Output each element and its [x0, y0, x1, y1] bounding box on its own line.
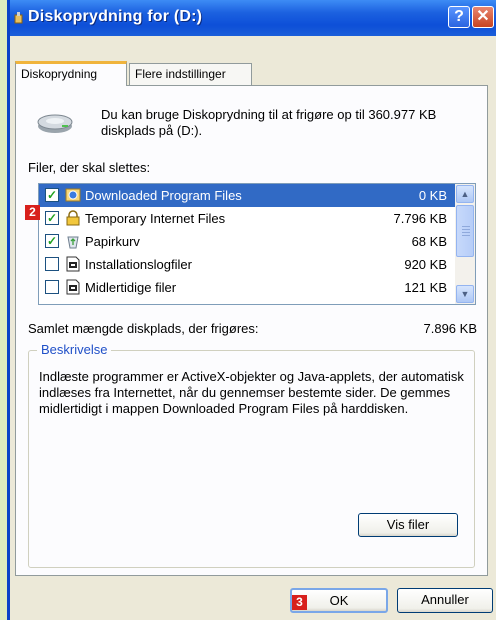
scroll-down-button[interactable]: ▼: [456, 285, 474, 303]
chevron-down-icon: ▼: [460, 289, 470, 299]
view-files-button[interactable]: Vis filer: [358, 513, 458, 537]
tab-panel: Du kan bruge Diskoprydning til at frigør…: [15, 85, 488, 576]
tab-diskoprydning[interactable]: Diskoprydning: [15, 61, 127, 86]
scroll-up-button[interactable]: ▲: [456, 185, 474, 203]
close-icon: ✕: [476, 8, 490, 25]
title-bar[interactable]: Diskoprydning for (D:) ? ✕: [10, 0, 496, 36]
step-badge: 2: [25, 205, 40, 220]
temp-file-icon: [66, 279, 80, 295]
help-button[interactable]: ?: [448, 6, 470, 28]
window-title: Diskoprydning for (D:): [28, 8, 203, 25]
list-item[interactable]: ✓ Temporary Internet Files 7.796 KB: [39, 207, 455, 230]
recycle-bin-icon: [67, 236, 79, 249]
files-to-delete-label: Filer, der skal slettes:: [28, 160, 151, 175]
hard-disk-icon: [37, 114, 73, 133]
list-item[interactable]: ✓ Papirkurv 68 KB: [39, 230, 455, 253]
intro-text: Du kan bruge Diskoprydning til at frigør…: [101, 107, 437, 138]
help-icon: ?: [454, 8, 464, 25]
grip-line: [462, 232, 470, 233]
file-checkbox[interactable]: ✓: [45, 188, 59, 202]
grip-line: [462, 226, 470, 227]
list-item[interactable]: Midlertidige filer 121 KB: [39, 276, 455, 299]
lock-icon: [66, 210, 80, 226]
step-badge: 3: [292, 595, 307, 610]
log-file-icon: [66, 256, 80, 272]
close-button[interactable]: ✕: [472, 6, 494, 28]
disk-cleanup-dialog: Diskoprydning for (D:) ? ✕ Diskoprydning…: [7, 0, 496, 620]
file-size: 7.796 KB: [393, 211, 448, 226]
cancel-button[interactable]: Annuller: [397, 588, 493, 613]
vertical-scrollbar[interactable]: ▲ ▼: [455, 184, 475, 304]
file-checkbox[interactable]: [45, 280, 59, 294]
file-name: Midlertidige filer: [85, 280, 177, 295]
grip-line: [462, 229, 470, 230]
grip-line: [462, 235, 470, 236]
description-legend: Beskrivelse: [37, 342, 112, 357]
description-group: Beskrivelse Indlæste programmer er Activ…: [28, 342, 475, 568]
file-name: Downloaded Program Files: [85, 188, 242, 203]
file-size: 68 KB: [411, 234, 447, 249]
file-size: 920 KB: [404, 257, 447, 272]
file-name: Papirkurv: [85, 234, 140, 249]
downloaded-files-icon: [65, 188, 81, 202]
scroll-thumb[interactable]: [456, 205, 474, 257]
file-size: 0 KB: [418, 188, 447, 203]
file-size: 121 KB: [404, 280, 447, 295]
total-space-value: 7.896 KB: [423, 321, 478, 336]
file-name: Temporary Internet Files: [85, 211, 226, 226]
list-item[interactable]: ✓ Downloaded Program Files 0 KB: [39, 184, 455, 207]
files-list[interactable]: ✓ Downloaded Program Files 0 KB ✓ Tempor…: [38, 183, 476, 305]
file-checkbox[interactable]: ✓: [45, 211, 59, 225]
list-item[interactable]: Installationslogfiler 920 KB: [39, 253, 455, 276]
file-checkbox[interactable]: ✓: [45, 234, 59, 248]
app-icon: [14, 12, 23, 24]
chevron-up-icon: ▲: [460, 189, 470, 199]
file-name: Installationslogfiler: [85, 257, 192, 272]
tab-more-options[interactable]: Flere indstillinger: [129, 63, 252, 85]
file-checkbox[interactable]: [45, 257, 59, 271]
total-space-label: Samlet mængde diskplads, der frigøres:: [28, 321, 259, 336]
description-text: Indlæste programmer er ActiveX-objekter …: [39, 369, 464, 416]
